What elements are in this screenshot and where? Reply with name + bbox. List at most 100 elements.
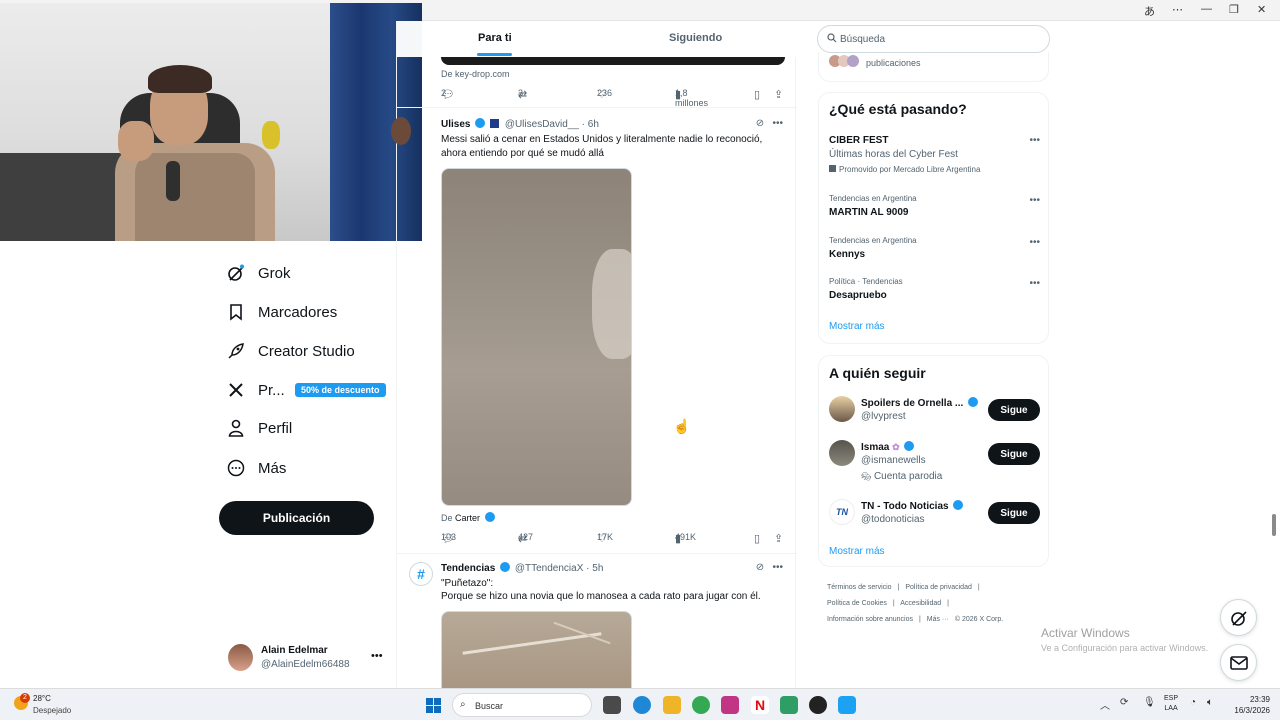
tweet-video[interactable] bbox=[441, 168, 632, 506]
minimize-icon[interactable]: — bbox=[1201, 3, 1212, 15]
follow-suggestion[interactable]: TN TN - Todo Noticias @todonoticias Sigu… bbox=[819, 497, 1050, 529]
tray-chevron-icon[interactable]: ︿ bbox=[1100, 697, 1110, 712]
footer-link-privacy[interactable]: Política de privacidad bbox=[905, 584, 972, 591]
weather-temperature[interactable]: 28°C bbox=[33, 694, 51, 703]
follow-suggestion[interactable]: Ismaa ✿ @ismanewells 🎭︎ Cuenta parodia S… bbox=[819, 438, 1050, 484]
nav-item-profile[interactable]: Perfil bbox=[226, 415, 292, 441]
share-icon: ⇪ bbox=[774, 533, 784, 545]
video-source[interactable]: De Carter bbox=[441, 512, 497, 523]
nav-item-bookmarks[interactable]: Marcadores bbox=[226, 299, 337, 325]
tweet-author-handle[interactable]: @UlisesDavid__ bbox=[505, 119, 579, 130]
scrollbar-thumb[interactable] bbox=[1272, 514, 1276, 536]
follow-suggestion[interactable]: Spoilers de Ornella ... @lvyprest Sigue bbox=[819, 394, 1050, 426]
trends-card: ¿Qué está pasando? CIBER FEST Últimas ho… bbox=[818, 92, 1049, 344]
tn-logo-avatar: TN bbox=[829, 499, 855, 525]
twitter-app-icon[interactable] bbox=[838, 696, 856, 714]
taskbar-search[interactable]: ⌕ Buscar bbox=[452, 693, 592, 717]
trend-more-icon[interactable]: ••• bbox=[1029, 237, 1040, 248]
ad-media[interactable] bbox=[441, 57, 785, 65]
follow-button[interactable]: Sigue bbox=[988, 443, 1040, 465]
search-icon: ⌕ bbox=[460, 699, 466, 710]
video-frame-highlight bbox=[592, 249, 631, 359]
more-icon[interactable]: ••• bbox=[772, 562, 783, 573]
volume-icon[interactable]: 🔈︎ bbox=[1207, 697, 1213, 708]
tweet-author-name[interactable]: Tendencias bbox=[441, 563, 495, 574]
ad-source[interactable]: De key-drop.com bbox=[441, 69, 510, 79]
like-count: 236 bbox=[597, 88, 613, 98]
wifi-icon[interactable]: ◔ bbox=[1190, 697, 1196, 708]
windows-start-icon[interactable] bbox=[426, 698, 441, 713]
image-stick bbox=[553, 621, 611, 645]
instagram-icon[interactable] bbox=[721, 696, 739, 714]
webcam-microphone bbox=[166, 161, 180, 201]
account-switcher[interactable]: Alain Edelmar @AlainEdelm66488 ••• bbox=[228, 644, 388, 674]
language-indicator[interactable]: ESP LAA bbox=[1164, 694, 1178, 714]
trends-title: ¿Qué está pasando? bbox=[829, 101, 967, 117]
task-view-icon[interactable] bbox=[603, 696, 621, 714]
tweet-author-handle[interactable]: @TTendenciaX bbox=[515, 563, 584, 574]
scrollbar[interactable] bbox=[1270, 22, 1278, 688]
avatar[interactable] bbox=[391, 117, 411, 145]
footer-link-terms[interactable]: Términos de servicio bbox=[827, 584, 892, 591]
avatar bbox=[829, 440, 855, 466]
more-icon[interactable]: ••• bbox=[772, 118, 783, 129]
trend-more-icon[interactable]: ••• bbox=[1029, 135, 1040, 146]
nav-item-premium[interactable]: Pr... bbox=[226, 377, 285, 403]
follow-button[interactable]: Sigue bbox=[988, 399, 1040, 421]
account-more-icon[interactable]: ••• bbox=[371, 650, 383, 662]
translate-icon[interactable]: あ bbox=[1144, 3, 1155, 19]
footer-link-accessibility[interactable]: Accesibilidad bbox=[900, 600, 941, 607]
close-icon[interactable]: ✕ bbox=[1257, 3, 1266, 16]
promoted-label: Promovido por Mercado Libre Argentina bbox=[839, 165, 981, 174]
trend-name: CIBER FEST bbox=[829, 135, 889, 146]
trends-show-more-link[interactable]: Mostrar más bbox=[829, 321, 885, 332]
file-explorer-icon[interactable] bbox=[663, 696, 681, 714]
divider bbox=[397, 553, 797, 554]
more-icon[interactable]: ⋯ bbox=[1172, 3, 1183, 16]
search-placeholder: Búsqueda bbox=[840, 34, 886, 45]
grok-float-button[interactable] bbox=[1220, 599, 1257, 636]
netflix-icon[interactable]: N bbox=[751, 696, 769, 714]
bookmark-icon bbox=[226, 302, 246, 322]
divider bbox=[397, 107, 797, 108]
footer-link-ads-info[interactable]: Información sobre anuncios bbox=[827, 616, 913, 623]
search-input[interactable]: Búsqueda bbox=[817, 25, 1050, 53]
nav-item-creator-studio[interactable]: Creator Studio bbox=[226, 338, 355, 364]
tweet-time[interactable]: · 5h bbox=[586, 563, 603, 574]
hashtag-avatar-icon[interactable]: # bbox=[409, 562, 433, 586]
tray-sync-icon[interactable]: ⟳ bbox=[1120, 697, 1128, 708]
trend-more-icon[interactable]: ••• bbox=[1029, 195, 1040, 206]
grok-icon[interactable]: ⊘ bbox=[756, 562, 764, 573]
trend-item[interactable]: CIBER FEST Últimas horas del Cyber Fest … bbox=[819, 133, 1050, 177]
tray-mic-icon[interactable]: 🎙︎ bbox=[1143, 697, 1156, 708]
clock[interactable]: 23:39 16/3/2026 bbox=[1228, 694, 1270, 716]
tweet-time[interactable]: · 6h bbox=[582, 119, 599, 130]
tweet-image[interactable] bbox=[441, 611, 632, 691]
footer-link-cookies[interactable]: Política de Cookies bbox=[827, 600, 887, 607]
trend-item[interactable]: Tendencias en Argentina MARTIN AL 9009 •… bbox=[819, 193, 1050, 223]
tweet-author-name[interactable]: Ulises bbox=[441, 119, 470, 130]
trend-more-icon[interactable]: ••• bbox=[1029, 278, 1040, 289]
tab-following[interactable]: Siguiendo bbox=[669, 32, 722, 44]
verified-icon bbox=[953, 500, 964, 510]
post-button[interactable]: Publicación bbox=[219, 501, 374, 535]
grok-icon[interactable]: ⊘ bbox=[756, 118, 764, 129]
steam-icon[interactable] bbox=[809, 696, 827, 714]
edge-icon[interactable] bbox=[633, 696, 651, 714]
follow-show-more-link[interactable]: Mostrar más bbox=[829, 546, 885, 557]
trend-item[interactable]: Política · Tendencias Desapruebo ••• bbox=[819, 276, 1050, 306]
trend-category: Tendencias en Argentina bbox=[829, 236, 917, 245]
chrome-icon[interactable] bbox=[692, 696, 710, 714]
nav-item-more[interactable]: Más bbox=[226, 455, 286, 481]
nav-item-grok[interactable]: Grok bbox=[226, 260, 291, 286]
whatsapp-icon[interactable] bbox=[780, 696, 798, 714]
tab-for-you[interactable]: Para ti bbox=[478, 32, 512, 44]
trend-item[interactable]: Tendencias en Argentina Kennys ••• bbox=[819, 235, 1050, 265]
premium-discount-badge[interactable]: 50% de descuento bbox=[295, 383, 386, 397]
grok-icon bbox=[226, 263, 246, 283]
weather-description[interactable]: Despejado bbox=[33, 706, 71, 715]
footer-link-more[interactable]: Más ··· bbox=[927, 616, 949, 623]
follow-button[interactable]: Sigue bbox=[988, 502, 1040, 524]
messages-float-button[interactable] bbox=[1220, 644, 1257, 681]
maximize-icon[interactable]: ❐ bbox=[1229, 3, 1239, 16]
